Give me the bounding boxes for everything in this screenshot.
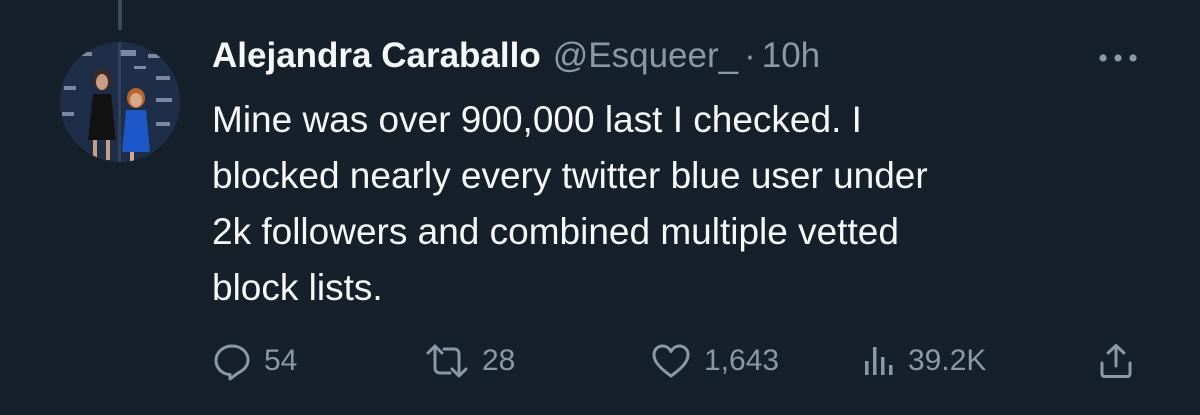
reply-count: 54 xyxy=(264,344,298,377)
avatar-photo xyxy=(60,42,180,162)
tweet-action-bar: 54 28 1,643 39.2K xyxy=(212,336,1147,386)
tweet-text-line: Mine was over 900,000 last I checked. I xyxy=(212,99,862,140)
display-name[interactable]: Alejandra Caraballo xyxy=(212,36,541,76)
more-horizontal-icon xyxy=(1099,54,1137,62)
views-button[interactable]: 39.2K xyxy=(862,336,986,386)
tweet-text-line: block lists. xyxy=(212,267,383,308)
tweet-text-line: 2k followers and combined multiple vette… xyxy=(212,211,899,252)
tweet-text-line: blocked nearly every twitter blue user u… xyxy=(212,155,928,196)
like-button[interactable]: 1,643 xyxy=(650,336,779,386)
views-chart-icon xyxy=(865,347,893,375)
like-count: 1,643 xyxy=(704,344,780,377)
retweet-button[interactable]: 28 xyxy=(424,336,515,386)
separator-dot: · xyxy=(744,36,756,75)
reply-button[interactable]: 54 xyxy=(212,336,297,386)
heart-icon xyxy=(652,344,690,378)
share-icon xyxy=(1100,344,1132,378)
tweet-text: Mine was over 900,000 last I checked. I … xyxy=(212,92,1172,316)
share-button[interactable] xyxy=(1096,336,1136,386)
retweet-icon xyxy=(426,344,468,378)
more-options-button[interactable] xyxy=(1096,48,1140,68)
thread-connector-line xyxy=(118,0,122,30)
retweet-count: 28 xyxy=(482,344,516,377)
avatar[interactable] xyxy=(60,42,180,162)
timestamp[interactable]: 10h xyxy=(762,36,820,76)
tweet-header: Alejandra Caraballo @Esqueer_ · 10h xyxy=(212,36,820,80)
user-handle[interactable]: @Esqueer_ xyxy=(553,36,738,76)
views-count: 39.2K xyxy=(908,344,987,377)
reply-icon xyxy=(214,344,250,381)
